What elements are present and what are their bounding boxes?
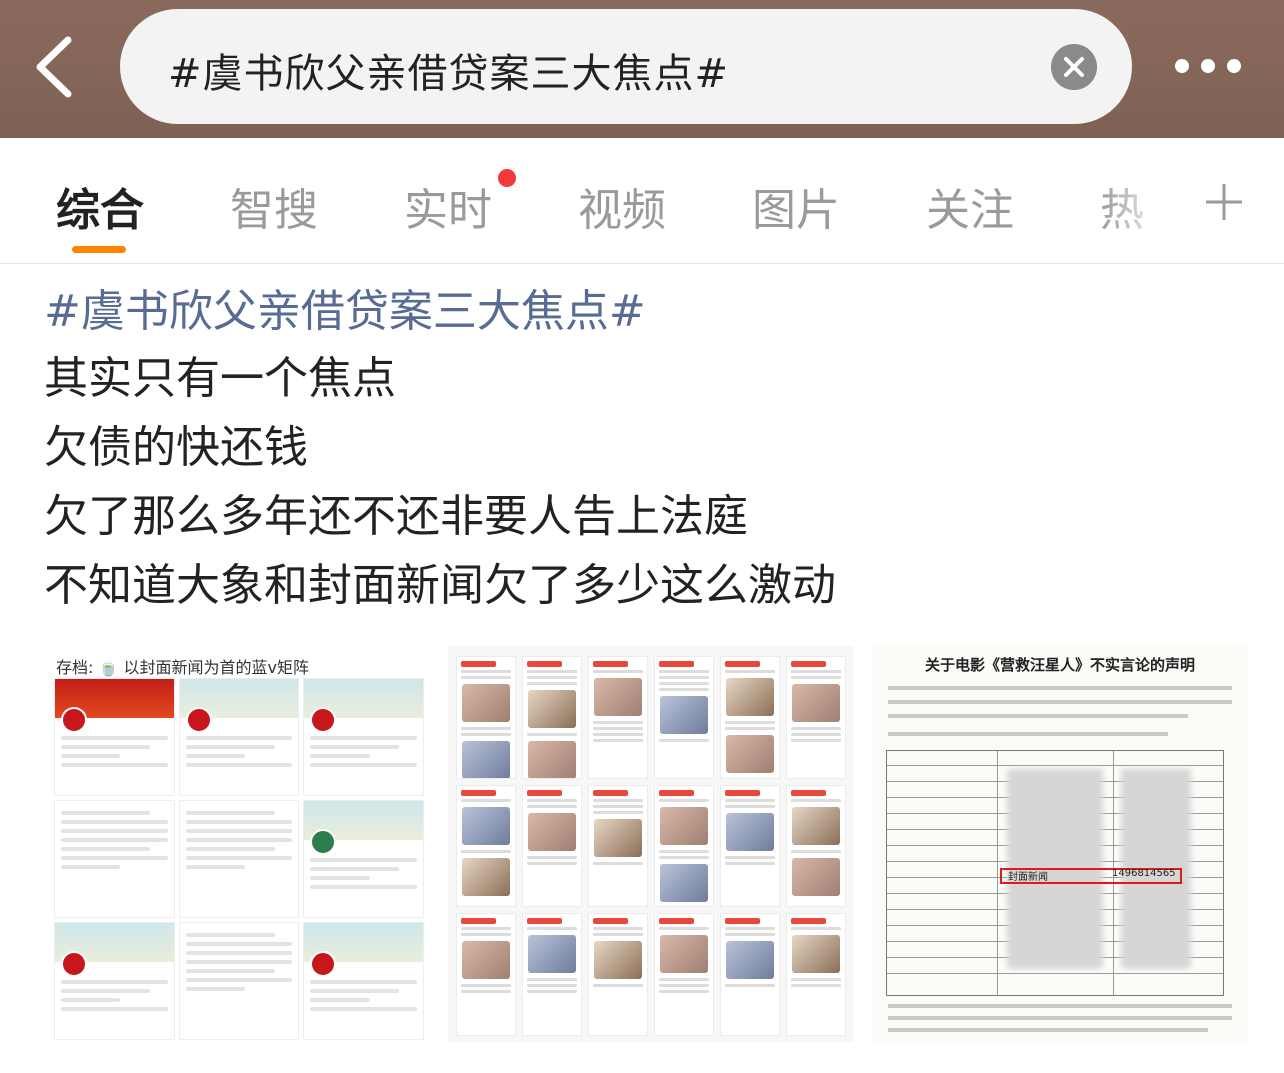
post-thumbnail xyxy=(786,913,846,1036)
post-thumbnail xyxy=(522,784,582,908)
post-image-3[interactable]: 关于电影《营救汪星人》不实言论的声明 封面新闻 1496814565 xyxy=(872,646,1248,1042)
post-thumbnail xyxy=(588,784,648,908)
post-text-line: 不知道大象和封面新闻欠了多少这么激动 xyxy=(44,560,836,611)
more-options-icon[interactable] xyxy=(1172,54,1244,78)
document-paragraph-line xyxy=(888,686,1232,690)
tab-comprehensive[interactable]: 综合 xyxy=(56,174,144,238)
post-text-line: 欠债的快还钱 xyxy=(44,422,308,473)
post-thumbnail xyxy=(720,656,780,779)
post-thumbnail xyxy=(720,784,780,908)
account-screenshot xyxy=(54,922,175,1040)
post-collage-grid xyxy=(456,656,846,1036)
tea-cup-icon: 🍵 xyxy=(98,658,119,677)
document-paragraph-line xyxy=(888,1016,1232,1020)
highlighted-account-id: 1496814565 xyxy=(1112,868,1176,879)
account-screenshot xyxy=(178,678,300,796)
post-screenshot xyxy=(178,922,300,1040)
post-thumbnail xyxy=(588,656,648,779)
post-thumbnail xyxy=(654,913,714,1036)
post-thumbnail xyxy=(522,913,582,1036)
post-screenshot xyxy=(178,800,300,918)
post-image-1[interactable]: 存档: 🍵 以封面新闻为首的蓝v矩阵 xyxy=(44,646,430,1042)
add-tab-plus-icon[interactable] xyxy=(1204,182,1244,222)
screenshot-grid xyxy=(54,678,424,1040)
document-title: 关于电影《营救汪星人》不实言论的声明 xyxy=(924,656,1195,674)
post-thumbnail xyxy=(786,784,846,908)
highlighted-account-name: 封面新闻 xyxy=(1008,872,1048,883)
post-screenshot xyxy=(54,800,175,918)
document-paragraph-line xyxy=(888,1028,1208,1032)
account-screenshot xyxy=(303,800,424,918)
account-screenshot xyxy=(303,922,424,1040)
post-content: #虞书欣父亲借贷案三大焦点# 其实只有一个焦点 欠债的快还钱 欠了那么多年还不还… xyxy=(44,280,836,620)
post-thumbnail xyxy=(588,913,648,1036)
post-thumbnail xyxy=(456,656,516,779)
post-thumbnail xyxy=(456,913,516,1036)
clear-search-icon[interactable] xyxy=(1051,44,1097,90)
document-paragraph-line xyxy=(888,714,1188,718)
document-paragraph-line xyxy=(888,732,1168,736)
post-image-2[interactable] xyxy=(448,646,854,1042)
post-text-line: 其实只有一个焦点 xyxy=(44,353,396,404)
document-paragraph-line xyxy=(888,1004,1232,1008)
image-caption: 存档: 🍵 以封面新闻为首的蓝v矩阵 xyxy=(56,654,309,678)
tab-realtime[interactable]: 实时 xyxy=(404,174,492,238)
tab-hot[interactable]: 热 xyxy=(1100,174,1144,238)
tab-following[interactable]: 关注 xyxy=(926,174,1014,238)
post-thumbnail xyxy=(654,784,714,908)
post-thumbnail xyxy=(720,913,780,1036)
post-thumbnail xyxy=(522,656,582,779)
post-thumbnail xyxy=(786,656,846,779)
account-screenshot xyxy=(54,678,175,796)
post-hashtag-link[interactable]: #虞书欣父亲借贷案三大焦点# xyxy=(44,280,836,344)
active-tab-indicator xyxy=(72,246,126,253)
image-caption-text: 以封面新闻为首的蓝v矩阵 xyxy=(123,658,309,677)
post-thumbnail xyxy=(456,784,516,908)
new-content-badge xyxy=(498,169,516,187)
search-tabs: 综合 智搜 实时 视频 图片 关注 热 xyxy=(0,138,1284,264)
tab-smart-search[interactable]: 智搜 xyxy=(230,174,318,238)
tab-video[interactable]: 视频 xyxy=(578,174,666,238)
search-query-text[interactable]: #虞书欣父亲借贷案三大焦点# xyxy=(168,41,729,99)
top-bar: #虞书欣父亲借贷案三大焦点# xyxy=(0,0,1284,138)
image-caption-prefix: 存档: xyxy=(56,658,94,677)
tab-pictures[interactable]: 图片 xyxy=(752,174,840,238)
search-box[interactable]: #虞书欣父亲借贷案三大焦点# xyxy=(120,9,1132,124)
post-thumbnail xyxy=(654,656,714,779)
document-paragraph-line xyxy=(888,700,1232,704)
post-text-line: 欠了那么多年还不还非要人告上法庭 xyxy=(44,491,748,542)
highlighted-row: 封面新闻 1496814565 xyxy=(1000,868,1182,884)
back-arrow-icon[interactable] xyxy=(32,36,76,98)
account-screenshot xyxy=(303,678,424,796)
